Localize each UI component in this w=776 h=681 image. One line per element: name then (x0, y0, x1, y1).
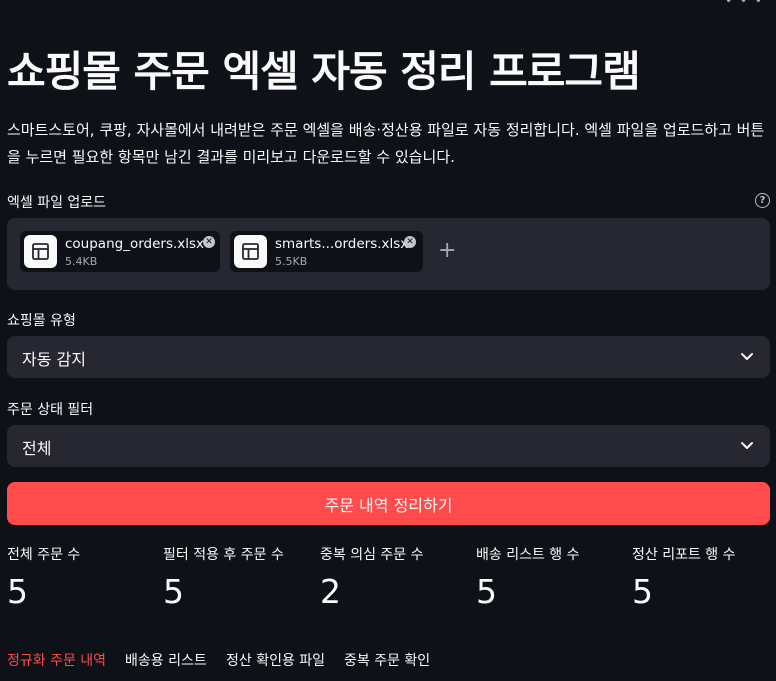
metric-shipping-rows: 배송 리스트 행 수 5 (476, 544, 580, 612)
plus-icon[interactable]: + (438, 238, 456, 264)
mall-type-value: 자동 감지 (22, 350, 86, 369)
file-uploader-dropzone[interactable]: coupang_orders.xlsx 5.4KB ✕ smarts...ord… (7, 218, 770, 290)
tab-shipping-list[interactable]: 배송용 리스트 (125, 650, 207, 670)
metric-label: 필터 적용 후 주문 수 (163, 547, 284, 563)
uploader-label: 엑셀 파일 업로드 (7, 195, 107, 211)
remove-file-icon[interactable]: ✕ (203, 236, 215, 248)
metric-total-orders: 전체 주문 수 5 (7, 544, 80, 612)
metric-value: 2 (320, 572, 341, 611)
tab-settlement-file[interactable]: 정산 확인용 파일 (226, 650, 325, 670)
status-filter-select[interactable]: 전체 (7, 425, 770, 467)
mall-type-select[interactable]: 자동 감지 (7, 336, 770, 378)
metric-value: 5 (476, 572, 497, 611)
tab-normalized-orders[interactable]: 정규화 주문 내역 (7, 650, 106, 670)
file-name: coupang_orders.xlsx (65, 236, 205, 252)
metric-value: 5 (632, 572, 653, 611)
result-tabs: 정규화 주문 내역 배송용 리스트 정산 확인용 파일 중복 주문 확인 (7, 650, 770, 681)
status-filter-value: 전체 (22, 439, 52, 458)
metric-label: 중복 의심 주문 수 (320, 547, 424, 563)
metric-settlement-rows: 정산 리포트 행 수 5 (632, 544, 736, 612)
file-name: smarts...orders.xlsx (275, 236, 409, 252)
menu-icon[interactable]: • • • (725, 0, 764, 8)
uploaded-file-chip: coupang_orders.xlsx 5.4KB ✕ (20, 231, 220, 272)
tab-duplicate-orders[interactable]: 중복 주문 확인 (344, 650, 430, 670)
metric-label: 정산 리포트 행 수 (632, 547, 736, 563)
metric-label: 배송 리스트 행 수 (476, 547, 580, 563)
status-filter-label: 주문 상태 필터 (7, 402, 94, 418)
chevron-down-icon (741, 442, 753, 449)
metric-filtered-orders: 필터 적용 후 주문 수 5 (163, 544, 284, 612)
organize-orders-button[interactable]: 주문 내역 정리하기 (7, 482, 770, 525)
page-title: 쇼핑몰 주문 엑셀 자동 정리 프로그램 (7, 47, 641, 96)
mall-type-label: 쇼핑몰 유형 (7, 313, 76, 329)
file-size: 5.4KB (65, 255, 98, 268)
remove-file-icon[interactable]: ✕ (404, 236, 416, 248)
uploaded-file-chip: smarts...orders.xlsx 5.5KB ✕ (230, 231, 423, 272)
question-circle-icon[interactable]: ? (755, 193, 770, 208)
metric-value: 5 (163, 572, 184, 611)
metric-duplicate-orders: 중복 의심 주문 수 2 (320, 544, 424, 612)
metric-label: 전체 주문 수 (7, 547, 81, 563)
metric-value: 5 (7, 572, 28, 611)
table-icon (234, 235, 267, 268)
page-description: 스마트스토어, 쿠팡, 자사몰에서 내려받은 주문 엑셀을 배송·정산용 파일로… (7, 121, 765, 166)
file-size: 5.5KB (275, 255, 308, 268)
chevron-down-icon (741, 353, 753, 360)
table-icon (24, 235, 57, 268)
